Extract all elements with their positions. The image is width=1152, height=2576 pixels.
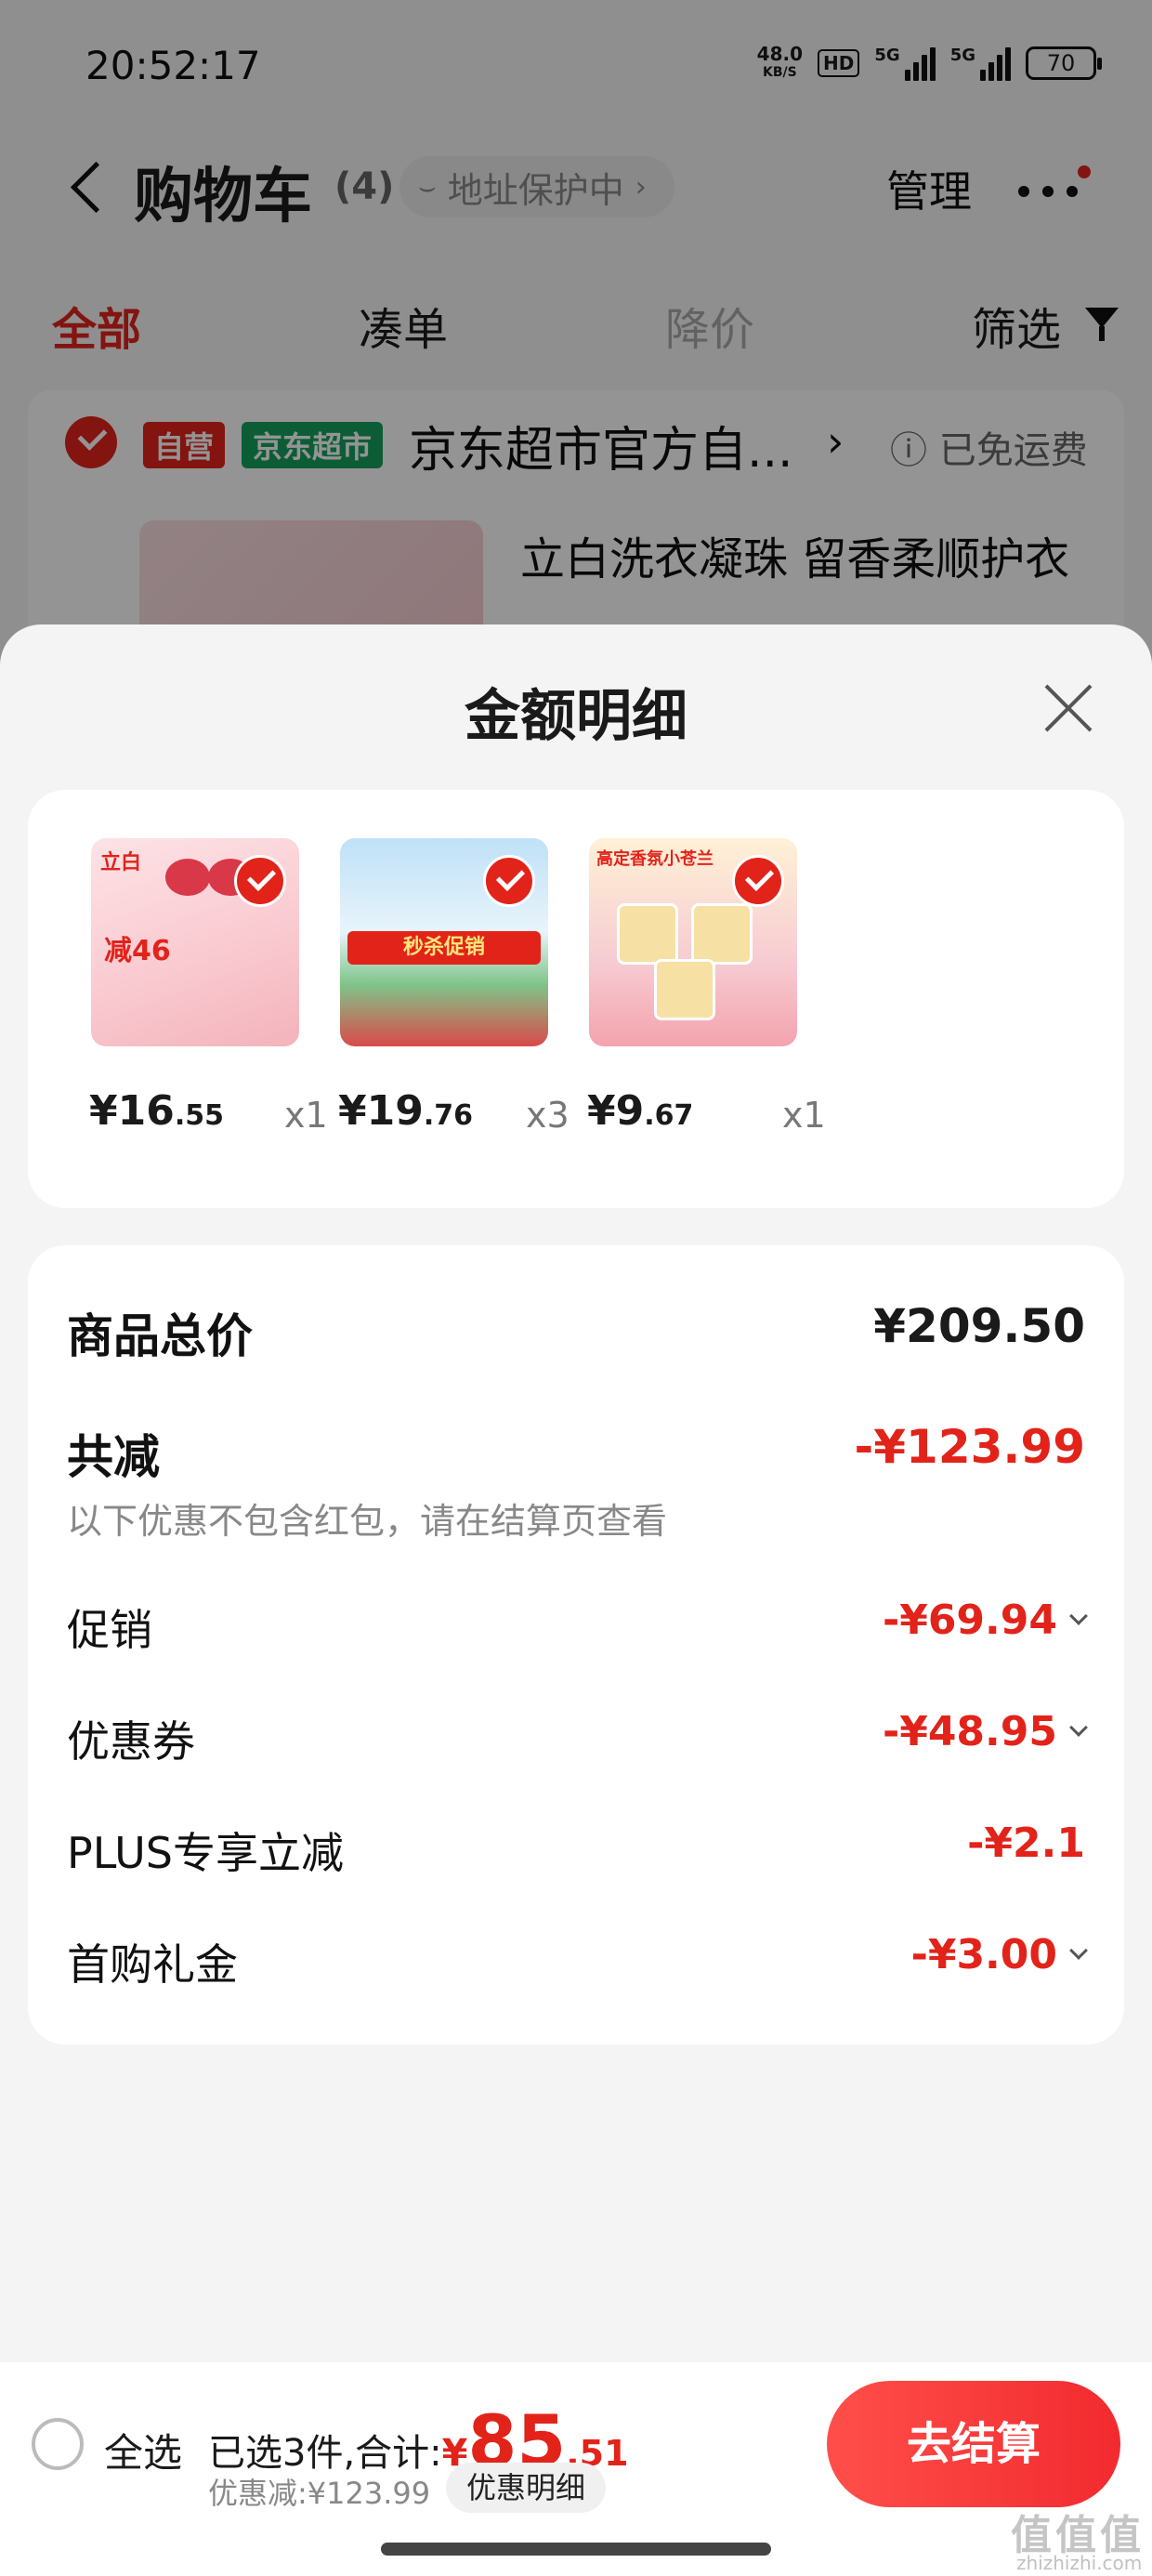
selected-check-icon <box>234 855 286 907</box>
product-image: 秒杀促销 <box>340 838 548 1046</box>
brand-logo-text: 立白 <box>100 851 142 874</box>
total-price-label: 商品总价 <box>67 1309 253 1363</box>
product-image-text: 高定香氛小苍兰 <box>596 849 713 869</box>
product-image: 高定香氛小苍兰 <box>589 838 797 1046</box>
promotion-value: -¥69.94 <box>882 1597 1057 1644</box>
product-image: 立白 减46 <box>91 838 299 1046</box>
product-image-text: 减46 <box>104 935 171 967</box>
sheet-title: 金额明细 <box>465 684 687 749</box>
product-price: ¥9.67 <box>587 1087 693 1135</box>
first-purchase-gift-value-wrap: -¥3.00 <box>910 1931 1088 1978</box>
promotion-value-wrap: -¥69.94 <box>882 1597 1088 1644</box>
checkout-button[interactable]: 去结算 <box>827 2381 1120 2507</box>
price-summary-card: 商品总价 ¥209.50 共减 -¥123.99 以下优惠不包含红包，请在结算页… <box>28 1245 1124 2044</box>
price-int: ¥19 <box>338 1087 424 1135</box>
discount-detail-button[interactable]: 优惠明细 <box>446 2463 607 2513</box>
total-discount-value: -¥123.99 <box>854 1420 1086 1474</box>
chevron-down-icon <box>1069 1718 1088 1737</box>
first-purchase-gift-label: 首购礼金 <box>67 1939 238 1990</box>
selected-check-icon <box>483 855 535 907</box>
discount-note: 以下优惠不包含红包，请在结算页查看 <box>67 1501 668 1542</box>
product-price: ¥19.76 <box>338 1087 473 1135</box>
selected-count-text: 已选3件,合计: <box>208 2432 442 2475</box>
watermark-url: zhizhizhi.com <box>1016 2552 1143 2574</box>
plus-discount-value: -¥2.1 <box>967 1820 1085 1867</box>
chevron-down-icon <box>1069 1941 1088 1960</box>
coupon-label: 优惠券 <box>67 1716 195 1767</box>
product-price: ¥16.55 <box>89 1087 224 1135</box>
price-int: ¥16 <box>89 1087 175 1135</box>
product-item[interactable]: 秒杀促销 ¥19.76 x3 <box>338 838 569 1136</box>
coupon-value: -¥48.95 <box>882 1708 1057 1755</box>
product-item[interactable]: 高定香氛小苍兰 ¥9.67 x1 <box>587 838 826 1136</box>
amount-detail-sheet: 金额明细 立白 减46 ¥16.55 x1 秒杀促销 ¥19.76 x3 高定香… <box>0 624 1152 2576</box>
home-indicator[interactable] <box>381 2543 771 2556</box>
total-price-value: ¥209.50 <box>873 1299 1085 1353</box>
price-int: ¥9 <box>587 1087 645 1135</box>
price-dec: .67 <box>644 1099 694 1132</box>
product-item[interactable]: 立白 减46 ¥16.55 x1 <box>89 838 328 1136</box>
total-discount-label: 共减 <box>67 1430 160 1484</box>
close-icon[interactable] <box>1041 680 1096 736</box>
selected-products-card: 立白 减46 ¥16.55 x1 秒杀促销 ¥19.76 x3 高定香氛小苍兰 <box>28 790 1124 1208</box>
first-purchase-gift-value: -¥3.00 <box>910 1931 1057 1978</box>
price-dec: .76 <box>423 1099 474 1132</box>
select-all-checkbox[interactable] <box>32 2418 84 2470</box>
product-image-text: 秒杀促销 <box>347 931 541 965</box>
selected-check-icon <box>732 855 784 907</box>
promotion-label: 促销 <box>67 1605 152 1655</box>
plus-discount-label: PLUS专享立减 <box>67 1828 344 1878</box>
discount-summary: 优惠减:¥123.99 <box>208 2476 431 2511</box>
price-dec: .55 <box>174 1099 225 1132</box>
product-qty: x1 <box>284 1095 328 1136</box>
coupon-value-wrap: -¥48.95 <box>882 1708 1088 1755</box>
product-qty: x1 <box>782 1095 826 1136</box>
select-all-label[interactable]: 全选 <box>104 2422 182 2478</box>
product-qty: x3 <box>526 1095 569 1136</box>
chevron-down-icon <box>1069 1607 1088 1625</box>
